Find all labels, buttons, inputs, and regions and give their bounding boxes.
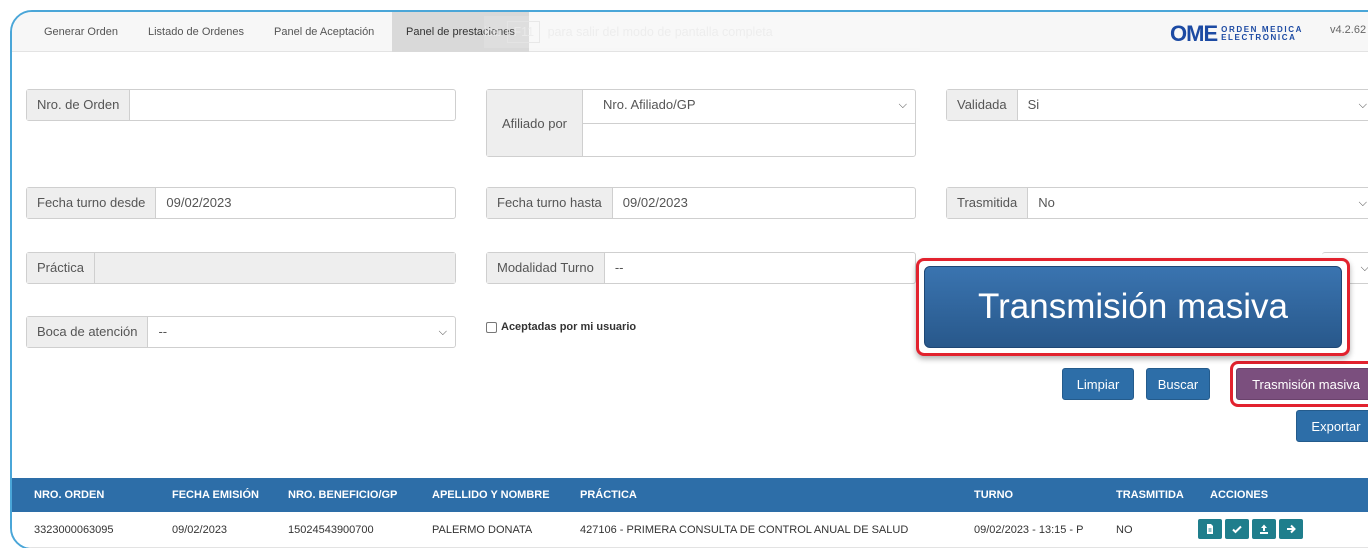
modalidad-value: --: [614, 260, 624, 275]
afiliado-input[interactable]: [583, 124, 915, 156]
aceptadas-checkbox-row[interactable]: Aceptadas por mi usuario: [486, 321, 636, 333]
validada-value: Si: [1027, 97, 1040, 112]
header-practica: PRÁCTICA: [580, 489, 637, 501]
header-fecha-emision: FECHA EMISIÓN: [172, 489, 259, 501]
header-acciones: ACCIONES: [1210, 489, 1269, 501]
tab-generar-orden[interactable]: Generar Orden: [30, 12, 132, 52]
table-header: NRO. ORDEN FECHA EMISIÓN NRO. BENEFICIO/…: [12, 478, 1368, 512]
fecha-hasta-field: Fecha turno hasta 09/02/2023: [486, 187, 916, 219]
cell-nro-orden: 3323000063095: [34, 524, 114, 536]
boca-field: Boca de atención -- ⌵: [26, 316, 456, 348]
modalidad-select[interactable]: --: [605, 253, 915, 283]
logo-text: OME: [1170, 21, 1218, 46]
buscar-button[interactable]: Buscar: [1146, 368, 1210, 400]
results-table: NRO. ORDEN FECHA EMISIÓN NRO. BENEFICIO/…: [12, 478, 1368, 548]
nro-orden-input[interactable]: [130, 90, 455, 120]
chevron-down-icon: ⌵: [1358, 197, 1367, 209]
logo-subtext: ORDEN MEDICA ELECTRONICA: [1221, 26, 1303, 42]
modalidad-label: Modalidad Turno: [487, 253, 605, 283]
practica-input: [94, 253, 455, 283]
fecha-desde-label: Fecha turno desde: [27, 188, 157, 218]
trasmitida-select[interactable]: No ⌵: [1028, 188, 1368, 218]
tab-panel-aceptacion[interactable]: Panel de Aceptación: [260, 12, 388, 52]
practica-label: Práctica: [27, 253, 95, 283]
validada-label: Validada: [947, 90, 1018, 120]
trasmitida-label: Trasmitida: [947, 188, 1029, 218]
chevron-down-icon: ⌵: [1358, 99, 1367, 111]
cell-apellido-nombre: PALERMO DONATA: [432, 524, 533, 536]
header-apellido-nombre: APELLIDO Y NOMBRE: [432, 489, 550, 501]
trasmision-masiva-button[interactable]: Trasmisión masiva: [1236, 368, 1368, 400]
top-navigation: Generar Orden Listado de Ordenes Panel d…: [12, 12, 1368, 52]
chevron-down-icon: ⌵: [1361, 253, 1368, 283]
hint-prefix: ica: [484, 25, 500, 39]
transmision-callout: Transmisión masiva: [916, 258, 1350, 356]
boca-select[interactable]: -- ⌵: [148, 317, 455, 347]
cell-fecha-emision: 09/02/2023: [172, 524, 228, 536]
header-trasmitida: TRASMITIDA: [1116, 489, 1184, 501]
cell-nro-beneficio: 15024543900700: [288, 524, 374, 536]
logo-line2: ELECTRONICA: [1221, 33, 1297, 42]
aceptadas-label: Aceptadas por mi usuario: [501, 321, 637, 333]
hint-suffix: para salir del modo de pantalla completa: [547, 25, 773, 39]
fecha-desde-field: Fecha turno desde 09/02/2023: [26, 187, 456, 219]
validada-select[interactable]: Si ⌵: [1018, 90, 1368, 120]
table-row: 3323000063095 09/02/2023 15024543900700 …: [12, 512, 1368, 548]
chevron-down-icon: ⌵: [438, 326, 447, 338]
cell-trasmitida: NO: [1116, 524, 1133, 536]
nro-orden-label: Nro. de Orden: [27, 90, 131, 120]
fecha-hasta-input[interactable]: 09/02/2023: [613, 188, 915, 218]
fecha-hasta-label: Fecha turno hasta: [487, 188, 613, 218]
boca-value: --: [158, 324, 168, 339]
upload-icon[interactable]: [1252, 519, 1276, 539]
callout-text: Transmisión masiva: [924, 266, 1342, 348]
aceptadas-checkbox[interactable]: [486, 321, 497, 333]
version-label: v4.2.62: [1330, 24, 1367, 36]
arrow-right-icon[interactable]: [1279, 519, 1303, 539]
row-actions: [1198, 519, 1303, 539]
validada-field: Validada Si ⌵: [946, 89, 1368, 121]
fecha-desde-input[interactable]: 09/02/2023: [156, 188, 455, 218]
app-frame: Generar Orden Listado de Ordenes Panel d…: [10, 10, 1368, 548]
ome-logo: OME ORDEN MEDICA ELECTRONICA: [1170, 21, 1303, 46]
tab-listado-ordenes[interactable]: Listado de Ordenes: [134, 12, 258, 52]
header-turno: TURNO: [974, 489, 1014, 501]
afiliado-field: Afiliado por Nro. Afiliado/GP ⌵: [486, 89, 916, 157]
afiliado-label: Afiliado por: [487, 90, 583, 156]
document-icon[interactable]: [1198, 519, 1222, 539]
trasmitida-field: Trasmitida No ⌵: [946, 187, 1368, 219]
cell-turno: 09/02/2023 - 13:15 - P: [974, 524, 1084, 536]
fullscreen-hint: ica F11 para salir del modo de pantalla …: [484, 16, 920, 48]
header-nro-beneficio: NRO. BENEFICIO/GP: [288, 489, 398, 501]
cell-practica: 427106 - PRIMERA CONSULTA DE CONTROL ANU…: [580, 524, 909, 536]
limpiar-button[interactable]: Limpiar: [1062, 368, 1134, 400]
trasmitida-value: No: [1038, 195, 1055, 210]
modalidad-field: Modalidad Turno --: [486, 252, 916, 284]
header-nro-orden: NRO. ORDEN: [34, 489, 105, 501]
afiliado-select[interactable]: Nro. Afiliado/GP ⌵: [583, 90, 915, 124]
afiliado-select-value: Nro. Afiliado/GP: [603, 97, 696, 112]
chevron-down-icon: ⌵: [898, 99, 907, 111]
nro-orden-field: Nro. de Orden: [26, 89, 456, 121]
boca-label: Boca de atención: [27, 317, 149, 347]
check-icon[interactable]: [1225, 519, 1249, 539]
practica-field: Práctica: [26, 252, 456, 284]
hint-key: F11: [507, 21, 541, 43]
exportar-button[interactable]: Exportar: [1296, 410, 1368, 442]
